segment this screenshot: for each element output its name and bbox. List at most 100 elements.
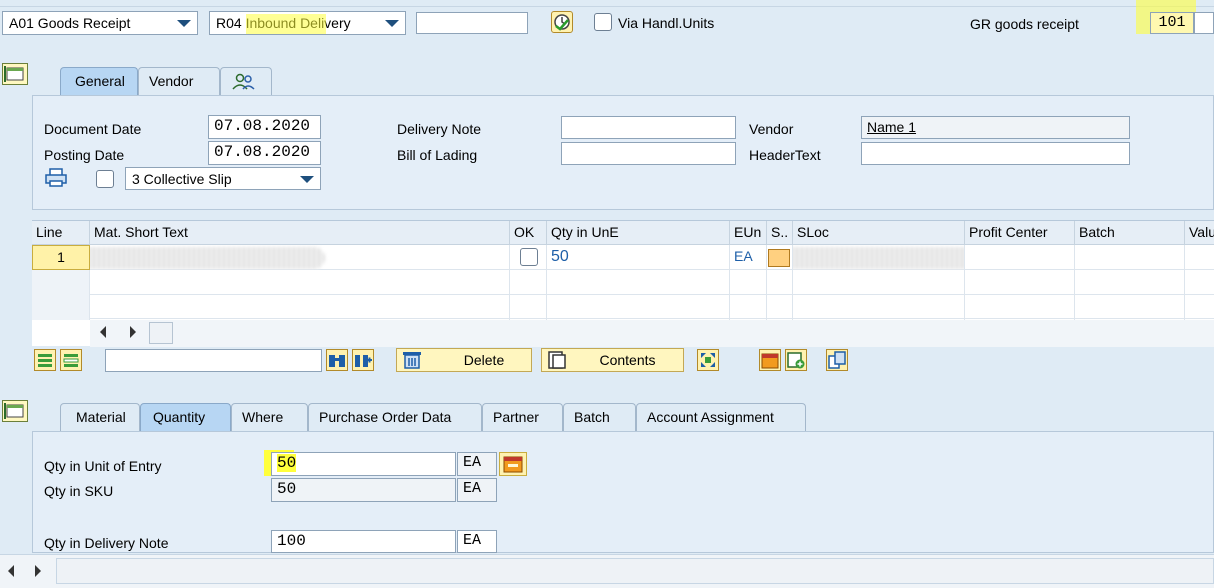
- tab-partner[interactable]: Partner: [482, 403, 563, 431]
- tab-batch[interactable]: Batch: [563, 403, 636, 431]
- col-profit-center[interactable]: Profit Center: [965, 221, 1075, 245]
- tab-purchase-order-data[interactable]: Purchase Order Data: [308, 403, 482, 431]
- tab-quantity-label: Quantity: [153, 409, 206, 425]
- batch-cell: [1075, 270, 1185, 295]
- via-handl-units-checkbox[interactable]: [594, 13, 612, 31]
- vendor-name-link[interactable]: Name 1: [867, 119, 916, 135]
- qty-delivery-unit[interactable]: EA: [457, 530, 497, 553]
- collapse-detail-icon[interactable]: [2, 400, 28, 422]
- item-search-input[interactable]: [105, 349, 322, 372]
- collapse-header-icon[interactable]: [2, 63, 28, 85]
- qty-entry-unit[interactable]: EA: [457, 452, 497, 476]
- col-batch[interactable]: Batch: [1075, 221, 1185, 245]
- movement-type-field[interactable]: 101: [1150, 12, 1194, 34]
- mat-short-text-cell[interactable]: [90, 245, 510, 270]
- document-date-label: Document Date: [44, 121, 142, 137]
- value-cell[interactable]: [1185, 245, 1214, 270]
- col-line[interactable]: Line: [32, 221, 90, 245]
- scroll-left-icon[interactable]: [8, 565, 14, 577]
- col-qty-in-une[interactable]: Qty in UnE: [547, 221, 730, 245]
- table-row[interactable]: [32, 295, 1214, 320]
- tab-account-assignment-label: Account Assignment: [647, 409, 774, 425]
- bill-of-lading-field[interactable]: [561, 142, 736, 165]
- ok-checkbox[interactable]: [520, 248, 538, 266]
- profit-center-cell[interactable]: [965, 245, 1075, 270]
- find-next-icon[interactable]: [352, 349, 374, 371]
- col-value[interactable]: Valu: [1185, 221, 1214, 245]
- qty-delivery-field[interactable]: 100: [271, 530, 456, 553]
- ok-cell: [510, 270, 547, 295]
- scroll-left-icon[interactable]: [100, 326, 106, 338]
- tab-vendor[interactable]: Vendor: [138, 67, 220, 95]
- page-horizontal-scrollbar[interactable]: [0, 554, 1214, 588]
- table-row[interactable]: 1 50 EA: [32, 245, 1214, 270]
- contents-button[interactable]: Contents: [541, 348, 684, 372]
- movement-type-extra[interactable]: [1194, 12, 1214, 34]
- grid-horizontal-scrollbar[interactable]: [90, 320, 1214, 347]
- clock-execute-icon[interactable]: [551, 11, 573, 33]
- qty-entry-field[interactable]: 50: [271, 452, 456, 476]
- tab-purchase-order-data-label: Purchase Order Data: [319, 409, 452, 425]
- gr-label: GR goods receipt: [970, 16, 1079, 32]
- document-icon: [546, 350, 568, 376]
- col-s[interactable]: S..: [767, 221, 793, 245]
- tab-general[interactable]: General: [60, 67, 138, 95]
- scroll-thumb[interactable]: [56, 558, 1214, 584]
- stock-cell: [767, 295, 793, 320]
- action-dropdown[interactable]: A01 Goods Receipt: [2, 11, 198, 35]
- delivery-note-field[interactable]: [561, 116, 736, 139]
- stock-overview-icon[interactable]: [759, 349, 781, 371]
- header-text-field[interactable]: [861, 142, 1130, 165]
- vendor-field[interactable]: Name 1: [861, 116, 1130, 139]
- top-divider: [0, 6, 1214, 7]
- eun-cell[interactable]: EA: [730, 245, 767, 270]
- qty-cell[interactable]: 50: [547, 245, 730, 270]
- delete-button[interactable]: Delete: [396, 348, 532, 372]
- people-icon: [231, 73, 257, 94]
- scroll-right-icon[interactable]: [35, 565, 41, 577]
- profit-center-cell: [965, 295, 1075, 320]
- table-row[interactable]: [32, 270, 1214, 295]
- deselect-all-icon[interactable]: [60, 349, 82, 371]
- chevron-down-icon: [177, 20, 191, 27]
- line-number-cell[interactable]: 1: [32, 245, 90, 270]
- delivery-note-label: Delivery Note: [397, 121, 482, 137]
- document-date-field[interactable]: 07.08.2020: [208, 115, 321, 139]
- printer-icon[interactable]: [44, 167, 70, 189]
- posting-date-label: Posting Date: [44, 147, 125, 163]
- scroll-right-icon[interactable]: [130, 326, 136, 338]
- scroll-thumb[interactable]: [149, 322, 173, 344]
- stock-type-icon[interactable]: [768, 249, 790, 267]
- add-item-icon[interactable]: [785, 349, 807, 371]
- tab-where-label: Where: [242, 409, 284, 425]
- items-table: Line Mat. Short Text OK Qty in UnE EUn S…: [32, 220, 1214, 347]
- action-value: A01 Goods Receipt: [9, 15, 131, 31]
- expand-icon[interactable]: [697, 349, 719, 371]
- col-sloc[interactable]: SLoc: [793, 221, 965, 245]
- qty-cell: [547, 270, 730, 295]
- col-mat-short-text[interactable]: Mat. Short Text: [90, 221, 510, 245]
- qty-sku-unit: EA: [457, 478, 497, 502]
- print-checkbox[interactable]: [96, 170, 114, 188]
- slip-dropdown[interactable]: 3 Collective Slip: [125, 167, 321, 190]
- select-all-icon[interactable]: [34, 349, 56, 371]
- tab-material[interactable]: Material: [60, 403, 140, 431]
- tab-where[interactable]: Where: [231, 403, 308, 431]
- sloc-cell[interactable]: [793, 245, 965, 270]
- tab-partners[interactable]: [220, 67, 272, 95]
- copy-item-icon[interactable]: [826, 349, 848, 371]
- find-icon[interactable]: [326, 349, 348, 371]
- reference-doc-dropdown[interactable]: R04 Inbound Delivery: [209, 11, 406, 35]
- stock-icon[interactable]: [499, 452, 527, 476]
- tab-quantity[interactable]: Quantity: [140, 403, 231, 431]
- ok-cell: [510, 245, 547, 270]
- eun-cell: [730, 295, 767, 320]
- tab-account-assignment[interactable]: Account Assignment: [636, 403, 806, 431]
- posting-date-field[interactable]: 07.08.2020: [208, 141, 321, 165]
- tab-vendor-label: Vendor: [149, 73, 194, 89]
- reference-input[interactable]: [416, 12, 528, 34]
- batch-cell[interactable]: [1075, 245, 1185, 270]
- col-ok[interactable]: OK: [510, 221, 547, 245]
- col-eun[interactable]: EUn: [730, 221, 767, 245]
- quantity-panel: [32, 431, 1214, 553]
